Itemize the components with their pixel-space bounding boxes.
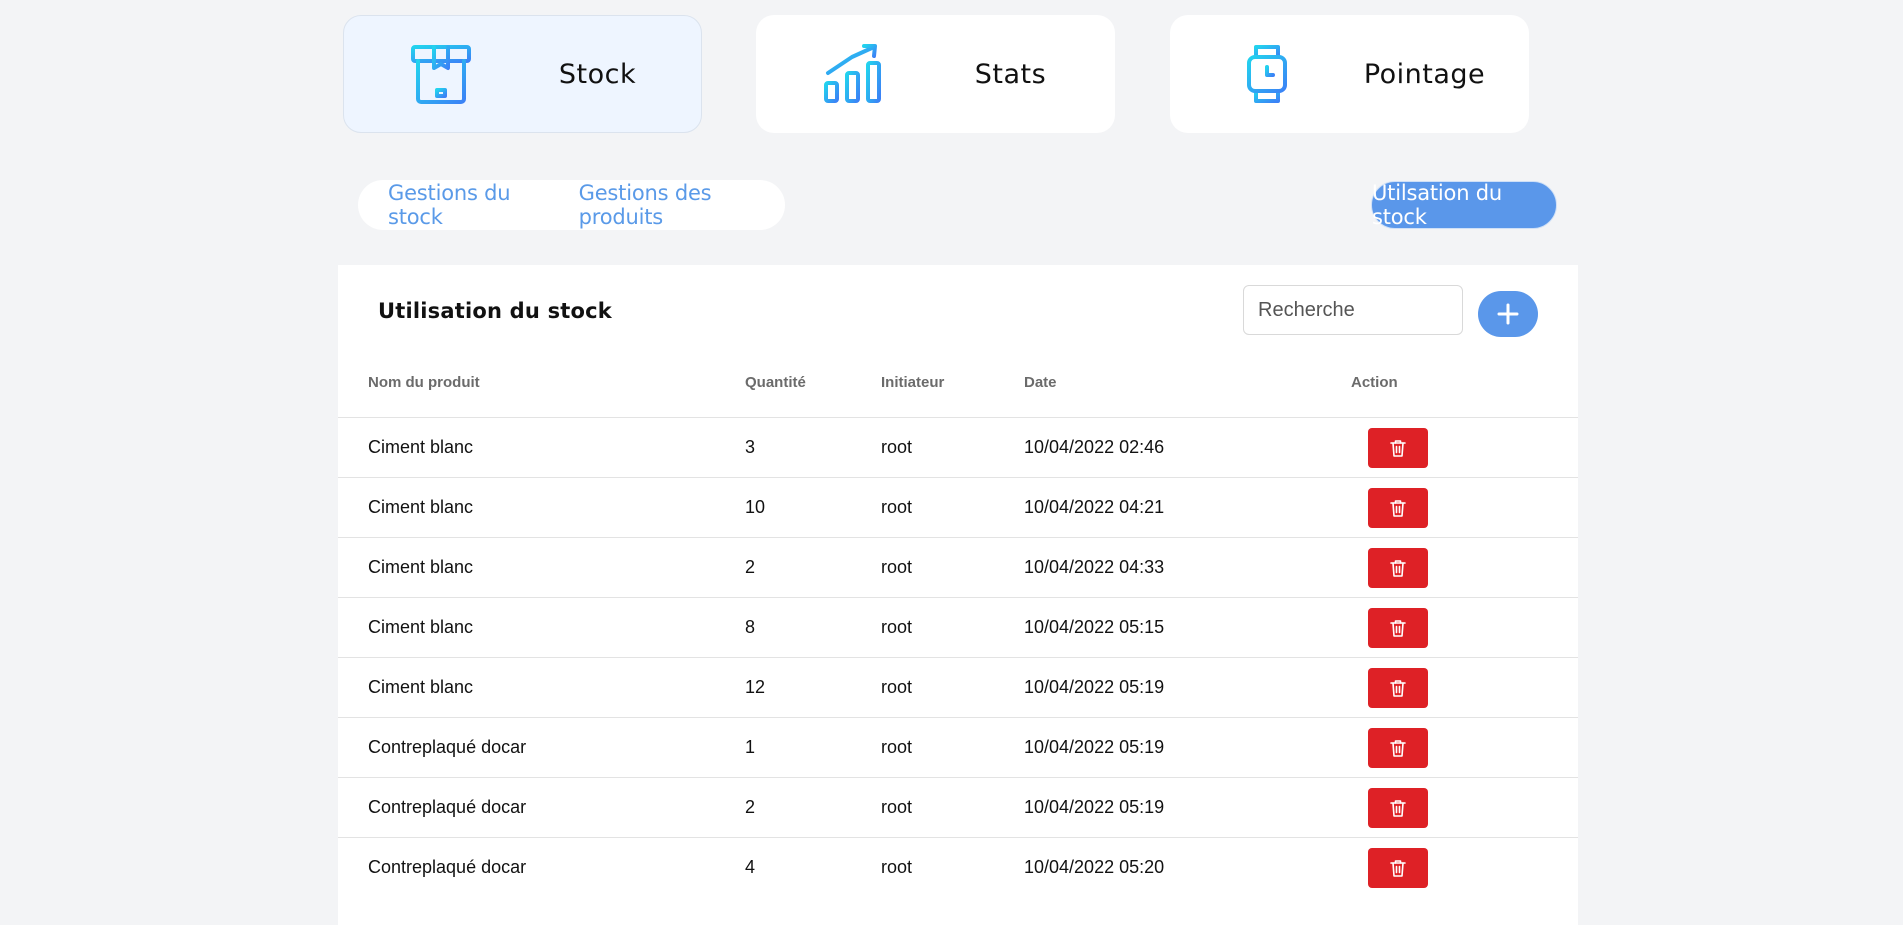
table-row: Ciment blanc 2 root 10/04/2022 04:33 xyxy=(338,537,1578,598)
trash-icon xyxy=(1390,619,1406,637)
cell-action xyxy=(1326,657,1578,718)
cell-quantity: 2 xyxy=(745,777,881,838)
cell-quantity: 4 xyxy=(745,837,881,897)
delete-button[interactable] xyxy=(1368,787,1428,828)
stock-subnav: Gestions du stock Gestions des produits xyxy=(358,180,785,230)
cell-initiator: root xyxy=(881,417,1024,478)
trash-icon xyxy=(1390,739,1406,757)
trash-icon xyxy=(1390,439,1406,457)
delete-button[interactable] xyxy=(1368,427,1428,468)
delete-button[interactable] xyxy=(1368,727,1428,768)
cell-initiator: root xyxy=(881,477,1024,538)
add-button[interactable] xyxy=(1478,291,1538,337)
tab-utilisation-du-stock[interactable]: Utilsation du stock xyxy=(1371,181,1557,229)
cell-product-name: Ciment blanc xyxy=(338,597,745,658)
nav-card-pointage[interactable]: Pointage xyxy=(1170,15,1529,133)
cell-date: 10/04/2022 05:19 xyxy=(1024,657,1326,718)
nav-card-stock[interactable]: Stock xyxy=(343,15,702,133)
trash-icon xyxy=(1390,679,1406,697)
table-row: Ciment blanc 3 root 10/04/2022 02:46 xyxy=(338,417,1578,478)
cell-product-name: Contreplaqué docar xyxy=(338,837,745,897)
cell-initiator: root xyxy=(881,777,1024,838)
cell-action xyxy=(1326,597,1578,658)
table-row: Contreplaqué docar 2 root 10/04/2022 05:19 xyxy=(338,777,1578,838)
cell-date: 10/04/2022 05:19 xyxy=(1024,777,1326,838)
cell-action xyxy=(1326,717,1578,778)
header-date[interactable]: Date xyxy=(1024,347,1326,418)
plus-icon xyxy=(1497,303,1519,325)
table-row: Ciment blanc 8 root 10/04/2022 05:15 xyxy=(338,597,1578,658)
cell-product-name: Contreplaqué docar xyxy=(338,717,745,778)
delete-button[interactable] xyxy=(1368,547,1428,588)
cell-quantity: 12 xyxy=(745,657,881,718)
tab-gestions-du-stock[interactable]: Gestions du stock xyxy=(358,181,561,229)
delete-button[interactable] xyxy=(1368,487,1428,528)
cell-quantity: 1 xyxy=(745,717,881,778)
cell-product-name: Ciment blanc xyxy=(338,537,745,598)
cell-product-name: Ciment blanc xyxy=(338,417,745,478)
table-header-row: Nom du produit Quantité Initiateur Date … xyxy=(338,347,1578,418)
delete-button[interactable] xyxy=(1368,607,1428,648)
cell-date: 10/04/2022 05:19 xyxy=(1024,717,1326,778)
trash-icon xyxy=(1390,799,1406,817)
box-icon xyxy=(411,45,471,104)
nav-card-label: Stock xyxy=(558,58,637,90)
cell-quantity: 3 xyxy=(745,417,881,478)
cell-action xyxy=(1326,537,1578,598)
chart-icon xyxy=(824,44,881,103)
header-product-name[interactable]: Nom du produit xyxy=(338,347,745,418)
trash-icon xyxy=(1390,559,1406,577)
watch-icon xyxy=(1247,45,1287,103)
trash-icon xyxy=(1390,859,1406,877)
cell-date: 10/04/2022 05:15 xyxy=(1024,597,1326,658)
cell-date: 10/04/2022 05:20 xyxy=(1024,837,1326,897)
cell-product-name: Contreplaqué docar xyxy=(338,777,745,838)
search-input[interactable] xyxy=(1243,285,1463,335)
table-row: Contreplaqué docar 1 root 10/04/2022 05:19 xyxy=(338,717,1578,778)
stock-usage-panel: Utilisation du stock Nom du produit Quan… xyxy=(338,265,1578,925)
cell-initiator: root xyxy=(881,717,1024,778)
cell-product-name: Ciment blanc xyxy=(338,477,745,538)
cell-product-name: Ciment blanc xyxy=(338,657,745,718)
cell-action xyxy=(1326,477,1578,538)
cell-quantity: 10 xyxy=(745,477,881,538)
nav-card-label: Pointage xyxy=(1363,58,1486,90)
panel-title: Utilisation du stock xyxy=(378,299,612,323)
delete-button[interactable] xyxy=(1368,667,1428,708)
cell-date: 10/04/2022 04:21 xyxy=(1024,477,1326,538)
cell-initiator: root xyxy=(881,597,1024,658)
cell-quantity: 2 xyxy=(745,537,881,598)
delete-button[interactable] xyxy=(1368,847,1428,888)
table-row: Ciment blanc 12 root 10/04/2022 05:19 xyxy=(338,657,1578,718)
cell-action xyxy=(1326,417,1578,478)
header-quantity[interactable]: Quantité xyxy=(745,347,881,418)
cell-initiator: root xyxy=(881,537,1024,598)
table-row: Ciment blanc 10 root 10/04/2022 04:21 xyxy=(338,477,1578,538)
nav-card-label: Stats xyxy=(974,58,1047,90)
table-row: Contreplaqué docar 4 root 10/04/2022 05:20 xyxy=(338,837,1578,897)
usage-table: Nom du produit Quantité Initiateur Date … xyxy=(338,347,1578,897)
cell-quantity: 8 xyxy=(745,597,881,658)
header-initiator[interactable]: Initiateur xyxy=(881,347,1024,418)
cell-date: 10/04/2022 04:33 xyxy=(1024,537,1326,598)
tab-gestions-des-produits[interactable]: Gestions des produits xyxy=(561,181,785,229)
cell-action xyxy=(1326,777,1578,838)
cell-date: 10/04/2022 02:46 xyxy=(1024,417,1326,478)
header-action: Action xyxy=(1351,373,1398,391)
cell-initiator: root xyxy=(881,657,1024,718)
cell-action xyxy=(1326,837,1578,897)
cell-initiator: root xyxy=(881,837,1024,897)
nav-card-stats[interactable]: Stats xyxy=(756,15,1115,133)
trash-icon xyxy=(1390,499,1406,517)
